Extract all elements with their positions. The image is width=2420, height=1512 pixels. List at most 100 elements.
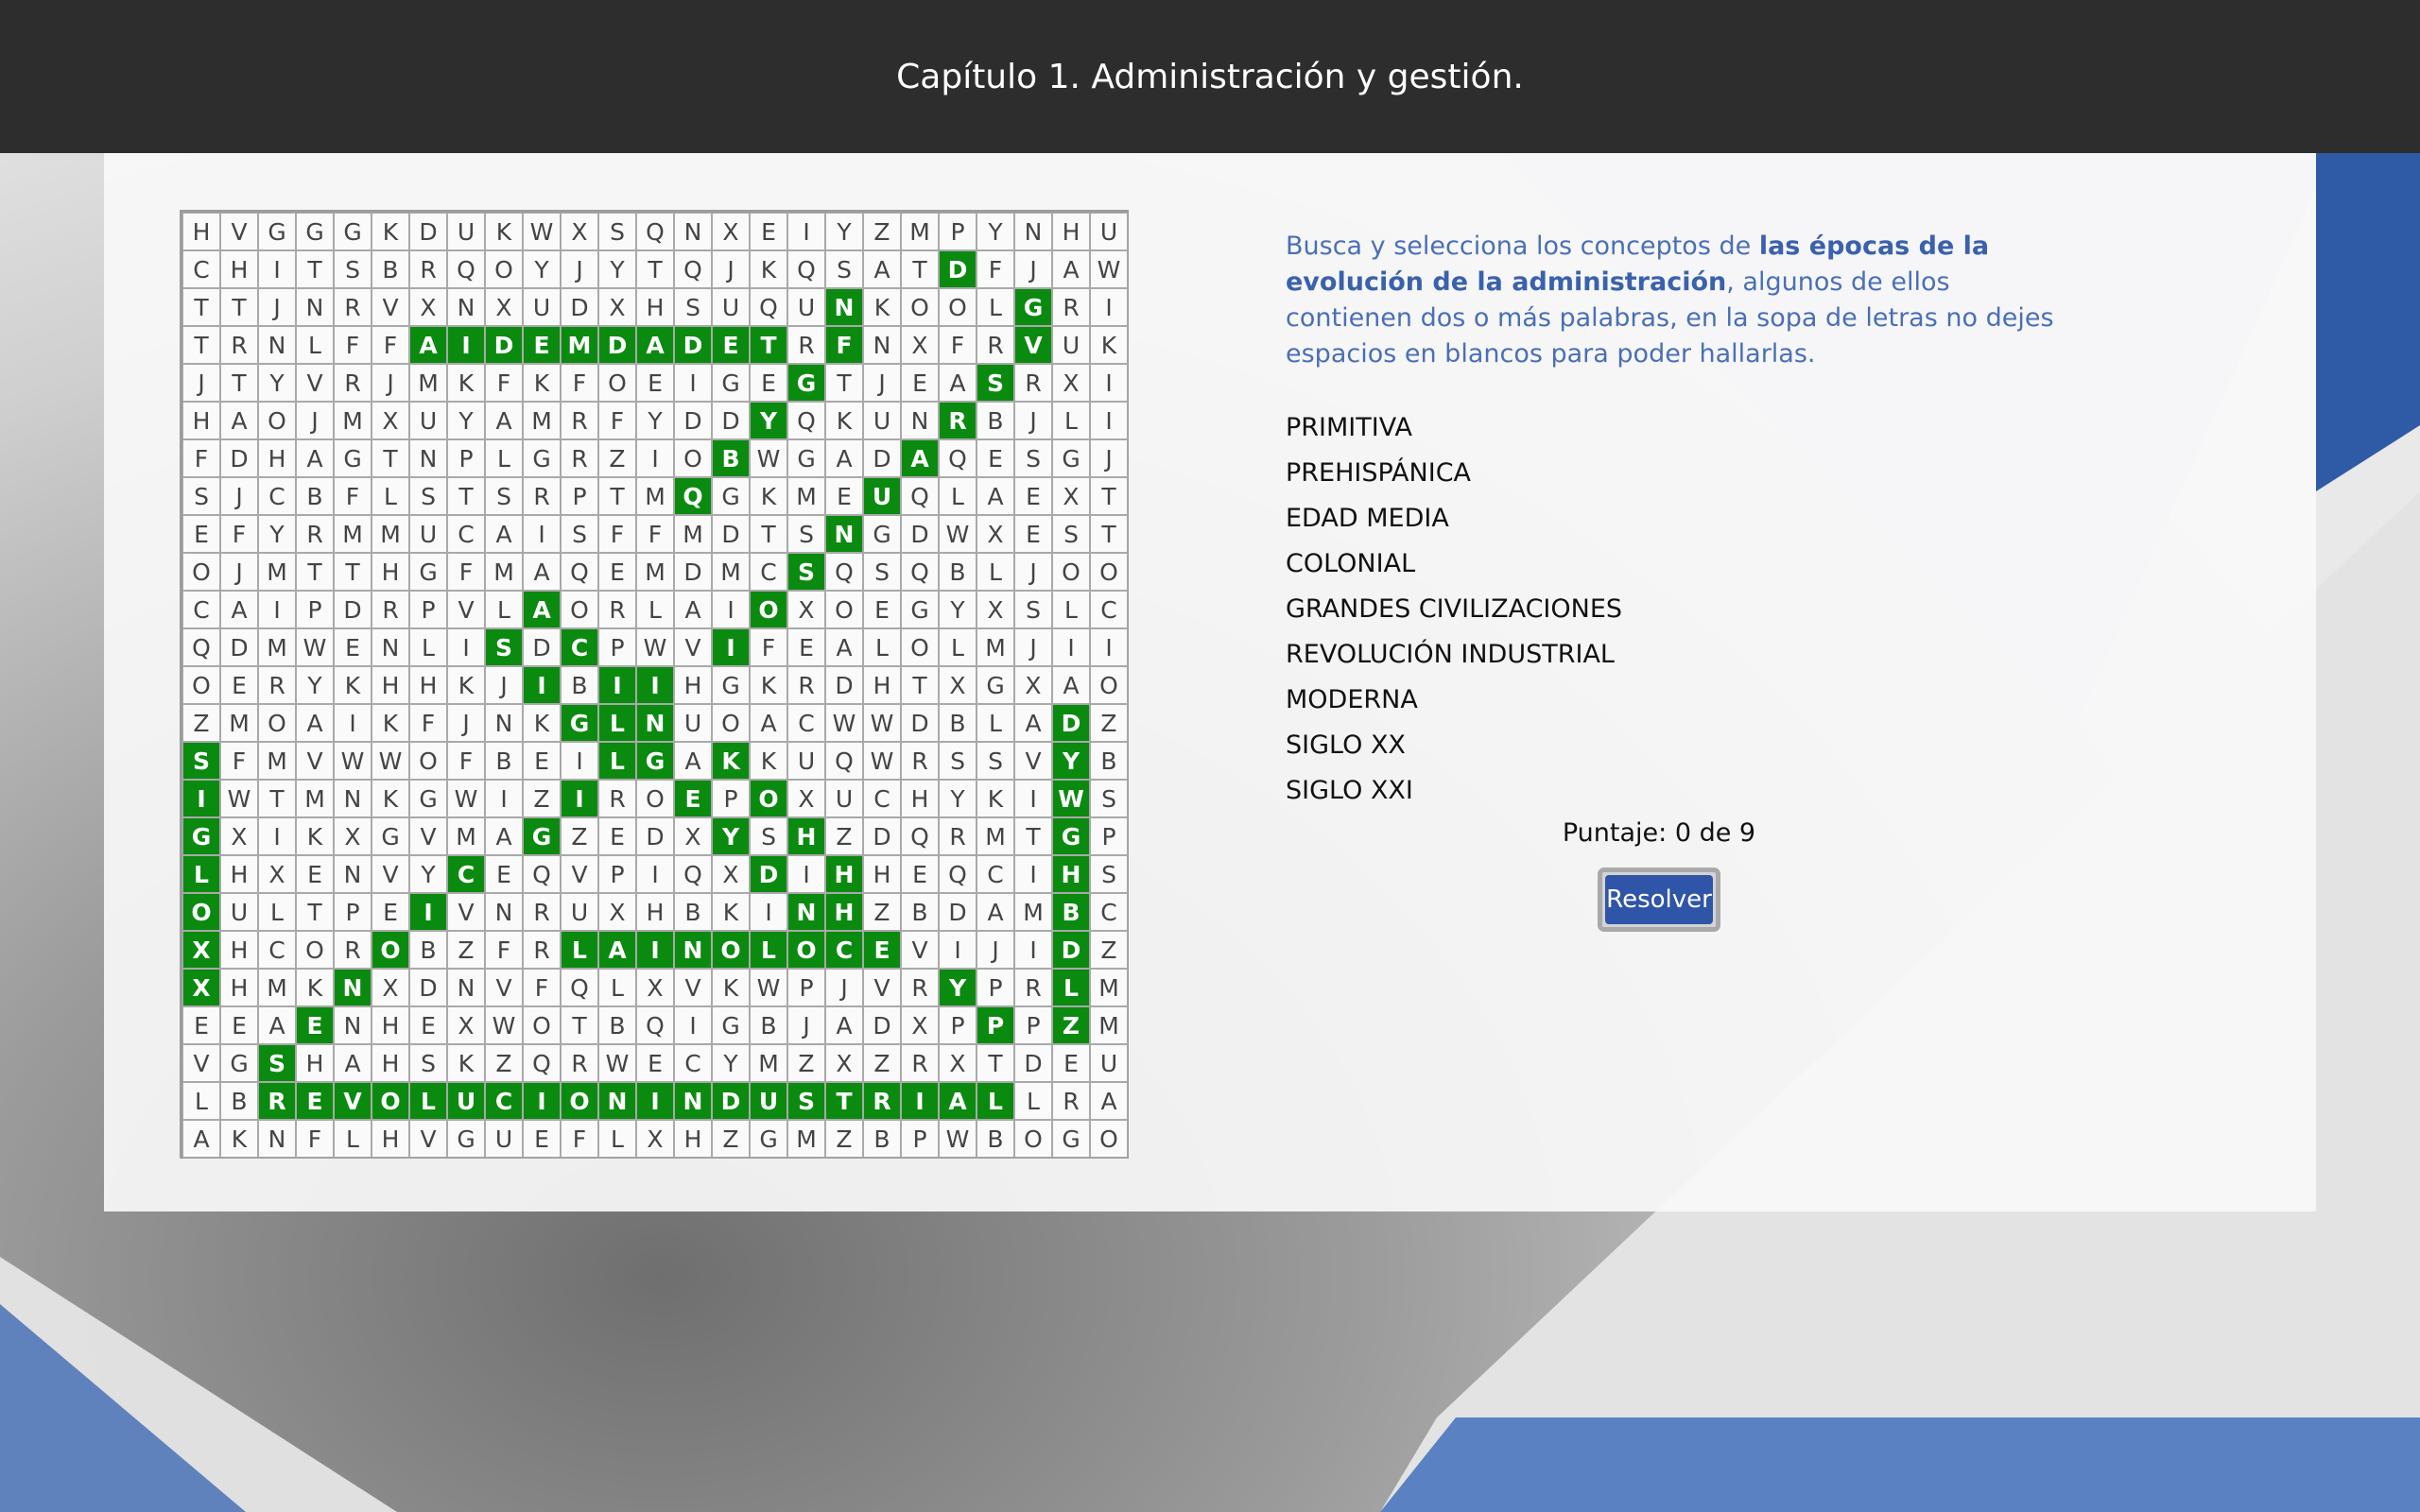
grid-cell[interactable]: S xyxy=(787,1082,825,1120)
grid-cell[interactable]: E xyxy=(1052,1044,1090,1082)
grid-cell[interactable]: U xyxy=(825,780,863,817)
grid-cell[interactable]: W xyxy=(523,213,561,250)
grid-cell[interactable]: R xyxy=(939,817,977,855)
grid-cell[interactable]: G xyxy=(372,817,409,855)
grid-cell[interactable]: I xyxy=(1090,402,1128,439)
grid-cell[interactable]: F xyxy=(334,477,372,515)
grid-cell[interactable]: Y xyxy=(1052,742,1090,780)
grid-cell[interactable]: A xyxy=(750,704,787,742)
grid-cell[interactable]: T xyxy=(220,288,258,326)
grid-cell[interactable]: H xyxy=(787,817,825,855)
grid-cell[interactable]: B xyxy=(1052,893,1090,931)
grid-cell[interactable]: I xyxy=(636,931,674,969)
grid-cell[interactable]: V xyxy=(409,1120,447,1158)
grid-cell[interactable]: Q xyxy=(636,213,674,250)
grid-cell[interactable]: Z xyxy=(825,817,863,855)
grid-cell[interactable]: Q xyxy=(523,1044,561,1082)
grid-cell[interactable]: M xyxy=(220,704,258,742)
grid-cell[interactable]: O xyxy=(258,402,296,439)
grid-cell[interactable]: L xyxy=(1052,591,1090,628)
grid-cell[interactable]: G xyxy=(523,817,561,855)
grid-cell[interactable]: R xyxy=(787,326,825,364)
grid-cell[interactable]: N xyxy=(296,288,334,326)
grid-cell[interactable]: W xyxy=(1090,250,1128,288)
grid-cell[interactable]: J xyxy=(561,250,598,288)
grid-cell[interactable]: L xyxy=(182,855,220,893)
grid-cell[interactable]: P xyxy=(1014,1006,1052,1044)
grid-cell[interactable]: X xyxy=(712,213,750,250)
grid-cell[interactable]: L xyxy=(1052,969,1090,1006)
grid-cell[interactable]: D xyxy=(901,704,939,742)
grid-cell[interactable]: I xyxy=(750,893,787,931)
grid-cell[interactable]: S xyxy=(977,364,1014,402)
grid-cell[interactable]: E xyxy=(372,893,409,931)
grid-cell[interactable]: G xyxy=(334,213,372,250)
grid-cell[interactable]: Q xyxy=(523,855,561,893)
grid-cell[interactable]: F xyxy=(409,704,447,742)
grid-cell[interactable]: A xyxy=(523,553,561,591)
grid-cell[interactable]: D xyxy=(598,326,636,364)
grid-cell[interactable]: D xyxy=(409,213,447,250)
grid-cell[interactable]: L xyxy=(750,931,787,969)
grid-cell[interactable]: Y xyxy=(258,364,296,402)
grid-cell[interactable]: T xyxy=(750,326,787,364)
grid-cell[interactable]: Z xyxy=(598,439,636,477)
grid-cell[interactable]: A xyxy=(220,591,258,628)
grid-cell[interactable]: A xyxy=(977,477,1014,515)
grid-cell[interactable]: O xyxy=(674,439,712,477)
grid-cell[interactable]: F xyxy=(296,1120,334,1158)
grid-cell[interactable]: P xyxy=(561,477,598,515)
grid-cell[interactable]: B xyxy=(901,893,939,931)
grid-cell[interactable]: P xyxy=(977,969,1014,1006)
grid-cell[interactable]: G xyxy=(561,704,598,742)
grid-cell[interactable]: M xyxy=(674,515,712,553)
grid-cell[interactable]: T xyxy=(825,364,863,402)
grid-cell[interactable]: I xyxy=(182,780,220,817)
grid-cell[interactable]: L xyxy=(939,477,977,515)
grid-cell[interactable]: F xyxy=(447,553,485,591)
grid-cell[interactable]: N xyxy=(674,931,712,969)
grid-cell[interactable]: O xyxy=(901,628,939,666)
grid-cell[interactable]: F xyxy=(825,326,863,364)
grid-cell[interactable]: O xyxy=(372,931,409,969)
grid-cell[interactable]: Q xyxy=(787,402,825,439)
grid-cell[interactable]: H xyxy=(182,213,220,250)
grid-cell[interactable]: H xyxy=(636,893,674,931)
grid-cell[interactable]: U xyxy=(1090,1044,1128,1082)
grid-cell[interactable]: K xyxy=(863,288,901,326)
grid-cell[interactable]: O xyxy=(939,288,977,326)
grid-cell[interactable]: U xyxy=(485,1120,523,1158)
grid-cell[interactable]: H xyxy=(825,855,863,893)
grid-cell[interactable]: C xyxy=(258,477,296,515)
grid-cell[interactable]: S xyxy=(787,515,825,553)
grid-cell[interactable]: E xyxy=(712,326,750,364)
grid-cell[interactable]: Y xyxy=(939,969,977,1006)
grid-cell[interactable]: Q xyxy=(825,742,863,780)
grid-cell[interactable]: S xyxy=(485,628,523,666)
grid-cell[interactable]: T xyxy=(901,250,939,288)
grid-cell[interactable]: K xyxy=(296,969,334,1006)
grid-cell[interactable]: D xyxy=(674,402,712,439)
grid-cell[interactable]: O xyxy=(901,288,939,326)
grid-cell[interactable]: J xyxy=(485,666,523,704)
grid-cell[interactable]: I xyxy=(674,1006,712,1044)
grid-cell[interactable]: E xyxy=(598,817,636,855)
grid-cell[interactable]: Z xyxy=(1090,931,1128,969)
grid-cell[interactable]: A xyxy=(523,591,561,628)
grid-cell[interactable]: S xyxy=(182,742,220,780)
grid-cell[interactable]: L xyxy=(485,439,523,477)
grid-cell[interactable]: H xyxy=(372,666,409,704)
grid-cell[interactable]: F xyxy=(523,969,561,1006)
grid-cell[interactable]: P xyxy=(901,1120,939,1158)
grid-cell[interactable]: U xyxy=(409,402,447,439)
grid-cell[interactable]: M xyxy=(258,628,296,666)
grid-cell[interactable]: Q xyxy=(750,288,787,326)
grid-cell[interactable]: P xyxy=(447,439,485,477)
grid-cell[interactable]: H xyxy=(296,1044,334,1082)
grid-cell[interactable]: A xyxy=(939,364,977,402)
grid-cell[interactable]: N xyxy=(334,1006,372,1044)
grid-cell[interactable]: G xyxy=(712,1006,750,1044)
grid-cell[interactable]: Z xyxy=(863,1044,901,1082)
grid-cell[interactable]: W xyxy=(296,628,334,666)
grid-cell[interactable]: M xyxy=(750,1044,787,1082)
